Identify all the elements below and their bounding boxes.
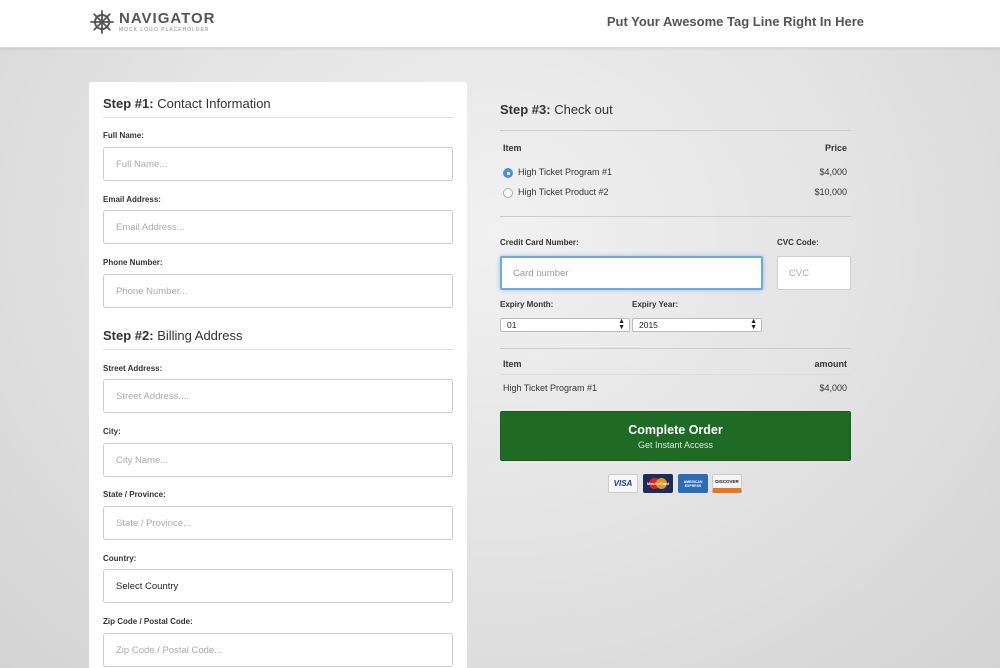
amex-icon: AMERICAN EXPRESS xyxy=(678,474,708,493)
step2-number: Step #2: xyxy=(103,328,154,343)
complete-order-sublabel: Get Instant Access xyxy=(637,440,714,450)
expiry-year-label: Expiry Year: xyxy=(632,300,679,309)
step3-heading: Step #3: Check out xyxy=(500,102,613,117)
step1-title: Contact Information xyxy=(157,96,271,111)
tagline: Put Your Awesome Tag Line Right In Here xyxy=(606,14,864,29)
summary-item-name: High Ticket Program #1 xyxy=(503,383,598,393)
select-arrows-icon: ▲ ▼ xyxy=(618,318,625,331)
product-2-radio[interactable] xyxy=(503,188,513,198)
product-1-price: $4,000 xyxy=(819,167,847,177)
card-number-input[interactable] xyxy=(500,256,763,290)
logo-subtitle: MOCK LOGO PLACEHOLDER xyxy=(119,26,210,33)
product-2-price: $10,000 xyxy=(814,187,847,197)
city-input[interactable] xyxy=(103,443,453,477)
city-label: City: xyxy=(103,427,121,436)
expiry-month-select[interactable]: 01 ▲ ▼ xyxy=(500,318,630,332)
product-1-radio[interactable] xyxy=(503,168,513,178)
select-arrows-icon: ▲ ▼ xyxy=(750,318,757,331)
step3-title: Check out xyxy=(554,102,613,117)
summary-item-header: Item xyxy=(503,359,522,369)
step2-title: Billing Address xyxy=(157,328,243,343)
expiry-month-value: 01 xyxy=(507,320,517,330)
complete-order-label: Complete Order xyxy=(628,423,723,437)
item-column-header: Item xyxy=(503,143,522,153)
expiry-month-label: Expiry Month: xyxy=(500,300,554,309)
divider xyxy=(500,130,851,131)
contact-billing-card: Step #1: Contact Information Full Name: … xyxy=(89,82,467,668)
card-number-label: Credit Card Number: xyxy=(500,238,579,247)
state-label: State / Province: xyxy=(103,490,166,499)
step2-heading: Step #2: Billing Address xyxy=(103,328,242,343)
phone-input[interactable] xyxy=(103,274,453,308)
cvc-input[interactable] xyxy=(777,256,851,290)
summary-item-amount: $4,000 xyxy=(819,383,847,393)
full-name-input[interactable] xyxy=(103,147,453,181)
country-select[interactable]: Select Country xyxy=(103,569,453,603)
zip-input[interactable] xyxy=(103,633,453,667)
product-1-name: High Ticket Program #1 xyxy=(518,167,613,177)
logo[interactable]: NAVIGATOR MOCK LOGO PLACEHOLDER xyxy=(90,10,216,34)
mastercard-label: MasterCard xyxy=(646,481,669,486)
divider xyxy=(500,374,851,375)
zip-label: Zip Code / Postal Code: xyxy=(103,617,193,626)
logo-title: NAVIGATOR xyxy=(119,9,216,27)
step1-number: Step #1: xyxy=(103,96,154,111)
mastercard-icon: MasterCard xyxy=(643,474,673,493)
divider xyxy=(103,349,453,350)
site-header: NAVIGATOR MOCK LOGO PLACEHOLDER Put Your… xyxy=(0,0,1000,48)
divider xyxy=(500,348,851,349)
price-column-header: Price xyxy=(824,143,847,153)
phone-label: Phone Number: xyxy=(103,258,163,267)
summary-amount-header: amount xyxy=(814,359,848,369)
ship-wheel-icon xyxy=(90,10,114,34)
step1-heading: Step #1: Contact Information xyxy=(103,96,271,111)
complete-order-button[interactable]: Complete Order Get Instant Access xyxy=(500,411,851,461)
cvc-label: CVC Code: xyxy=(777,238,819,247)
email-label: Email Address: xyxy=(103,195,161,204)
state-input[interactable] xyxy=(103,506,453,540)
expiry-year-select[interactable]: 2015 ▲ ▼ xyxy=(632,318,762,332)
street-input[interactable] xyxy=(103,379,453,413)
expiry-year-value: 2015 xyxy=(639,320,658,330)
divider xyxy=(103,117,453,118)
country-label: Country: xyxy=(103,554,137,563)
email-input[interactable] xyxy=(103,210,453,244)
visa-icon: VISA xyxy=(608,474,638,493)
full-name-label: Full Name: xyxy=(103,131,144,140)
street-label: Street Address: xyxy=(103,364,163,373)
product-2-name: High Ticket Product #2 xyxy=(518,187,609,197)
discover-icon: DISCOVER xyxy=(712,474,742,493)
step3-number: Step #3: xyxy=(500,102,551,117)
divider xyxy=(500,216,851,217)
